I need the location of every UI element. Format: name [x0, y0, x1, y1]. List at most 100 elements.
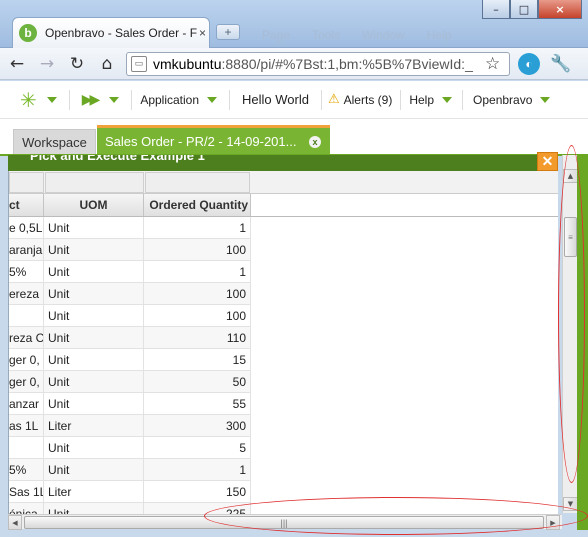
ghost-menu-window: Window [362, 28, 405, 42]
browser-tab-title: Openbravo - Sales Order - F [45, 26, 197, 40]
uom-cell: Unit [44, 217, 144, 239]
qty-cell: 5 [144, 437, 251, 459]
table-row[interactable]: énica Unit 225 [9, 503, 251, 514]
url-text[interactable]: vmkubuntu:8880/pi/#%7Bst:1,bm:%5B%7Bview… [153, 56, 483, 72]
popup-title: Pick and Execute Example 1 [30, 155, 205, 163]
browser-titlebar: b Openbravo - Sales Order - F × + Page T… [0, 0, 588, 48]
scroll-left-icon[interactable]: ◀ [8, 515, 22, 530]
column-header-ordered-quantity[interactable]: Ordered Quantity [144, 194, 251, 216]
bookmark-star-icon[interactable]: ☆ [485, 54, 500, 74]
uom-cell: Unit [44, 239, 144, 261]
chevron-down-icon [207, 96, 218, 103]
user-menu[interactable]: Openbravo [473, 93, 551, 107]
openbravo-navbar: ✳ ▶▶ Application Hello World ⚠ Alerts (9… [0, 81, 588, 119]
qty-cell: 1 [144, 459, 251, 481]
qty-cell: 100 [144, 305, 251, 327]
application-label: Application [140, 92, 200, 107]
horizontal-scrollbar[interactable]: ◀ ||| ▶ [8, 514, 562, 530]
product-cell: ereza C [9, 283, 44, 305]
qty-cell: 150 [144, 481, 251, 503]
chevron-down-icon[interactable] [109, 96, 120, 103]
table-row[interactable]: anzar Unit 55 [9, 393, 251, 415]
uom-cell: Unit [44, 349, 144, 371]
product-cell: 5% [9, 261, 44, 283]
column-header-uom[interactable]: UOM [44, 194, 144, 216]
alerts-link[interactable]: ⚠ Alerts (9) [328, 92, 392, 107]
uom-cell: Liter [44, 415, 144, 437]
reload-button[interactable]: ↻ [64, 51, 90, 77]
maximize-button[interactable]: □ [510, 0, 538, 19]
scroll-down-icon[interactable]: ▼ [563, 497, 578, 511]
wrench-icon[interactable]: 🔧 [550, 54, 571, 74]
table-row[interactable]: ger 0, Unit 15 [9, 349, 251, 371]
home-button[interactable]: ⌂ [94, 51, 120, 77]
table-row[interactable]: Unit 100 [9, 305, 251, 327]
tab-sales-order[interactable]: Sales Order - PR/2 - 14-09-201... x [97, 125, 330, 155]
table-row[interactable]: Sas 1L Liter 150 [9, 481, 251, 503]
uom-cell: Unit [44, 393, 144, 415]
popup-close-button[interactable]: ✕ [537, 152, 558, 171]
application-menu[interactable]: Application [140, 92, 218, 107]
quick-launch-icon[interactable]: ▶▶ [82, 92, 100, 108]
table-row[interactable]: 5% Unit 1 [9, 459, 251, 481]
scroll-up-icon[interactable]: ▲ [563, 169, 578, 183]
column-header-product[interactable]: ct [9, 194, 44, 216]
browser-toolbar: ← → ↻ ⌂ ▭ vmkubuntu:8880/pi/#%7Bst:1,bm:… [0, 48, 588, 80]
chevron-down-icon [540, 96, 551, 103]
product-cell [9, 305, 44, 327]
qty-cell: 300 [144, 415, 251, 437]
horizontal-scroll-thumb[interactable]: ||| [24, 516, 544, 529]
table-row[interactable]: 5% Unit 1 [9, 261, 251, 283]
close-icon[interactable]: x [309, 135, 321, 148]
close-window-button[interactable]: × [538, 0, 582, 19]
table-row[interactable]: Unit 5 [9, 437, 251, 459]
tab-workspace[interactable]: Workspace [13, 129, 96, 155]
filter-uom[interactable] [45, 172, 144, 193]
vertical-scrollbar[interactable]: ▲ ≡ ▼ [562, 155, 578, 513]
new-tab-button[interactable]: + [216, 24, 240, 40]
ghost-menu-help: Help [426, 28, 452, 42]
chevron-down-icon[interactable] [46, 96, 57, 103]
tab-close-icon[interactable]: × [199, 26, 206, 40]
table-row[interactable]: e 0,5L Unit 1 [9, 217, 251, 239]
qty-cell: 15 [144, 349, 251, 371]
address-bar[interactable]: ▭ vmkubuntu:8880/pi/#%7Bst:1,bm:%5B%7Bvi… [126, 51, 510, 76]
outer-scrollbar[interactable] [577, 155, 588, 530]
help-label: Help [409, 92, 435, 107]
qty-cell: 110 [144, 327, 251, 349]
uom-cell: Unit [44, 327, 144, 349]
uom-cell: Unit [44, 371, 144, 393]
chevron-down-icon [442, 96, 453, 103]
table-row[interactable]: ereza CUnit100 [9, 283, 251, 305]
scroll-right-icon[interactable]: ▶ [546, 515, 560, 530]
grid-body: e 0,5L Unit 1 aranja Unit 100 5% Unit 1 ereza … [9, 217, 251, 514]
quick-create-icon[interactable]: ✳ [20, 88, 37, 112]
hello-world-link[interactable]: Hello World [242, 92, 309, 107]
table-row[interactable]: reza C Unit 110 [9, 327, 251, 349]
qty-cell: 1 [144, 217, 251, 239]
back-button[interactable]: ← [4, 51, 30, 77]
table-row[interactable]: ger 0, Unit 50 [9, 371, 251, 393]
url-rest: :8880/pi/#%7Bst:1,bm:%5B%7BviewId:_ [221, 55, 473, 72]
openbravo-favicon-icon: b [19, 24, 37, 42]
product-cell: reza C [9, 327, 44, 349]
qty-cell: 100 [144, 239, 251, 261]
table-row[interactable]: aranja Unit 100 [9, 239, 251, 261]
pick-grid: ct UOM Ordered Quantity e 0,5L Unit 1 aran… [8, 171, 558, 514]
minimize-button[interactable]: – [482, 0, 510, 19]
browser-tab[interactable]: b Openbravo - Sales Order - F × [12, 17, 210, 48]
product-cell: as 1L [9, 415, 44, 437]
divider [320, 89, 322, 110]
grid-header: ct UOM Ordered Quantity [9, 194, 558, 217]
product-cell: anzar [9, 393, 44, 415]
table-row[interactable]: as 1L Liter 300 [9, 415, 251, 437]
vertical-scroll-thumb[interactable]: ≡ [564, 217, 577, 257]
filter-product[interactable] [9, 172, 44, 193]
qty-cell: 55 [144, 393, 251, 415]
help-menu[interactable]: Help [409, 92, 453, 107]
extension-icon[interactable]: ◐ [518, 52, 540, 75]
divider [68, 89, 70, 110]
qty-cell: 50 [144, 371, 251, 393]
forward-button[interactable]: → [34, 51, 60, 77]
filter-ordered-quantity[interactable] [145, 172, 250, 193]
